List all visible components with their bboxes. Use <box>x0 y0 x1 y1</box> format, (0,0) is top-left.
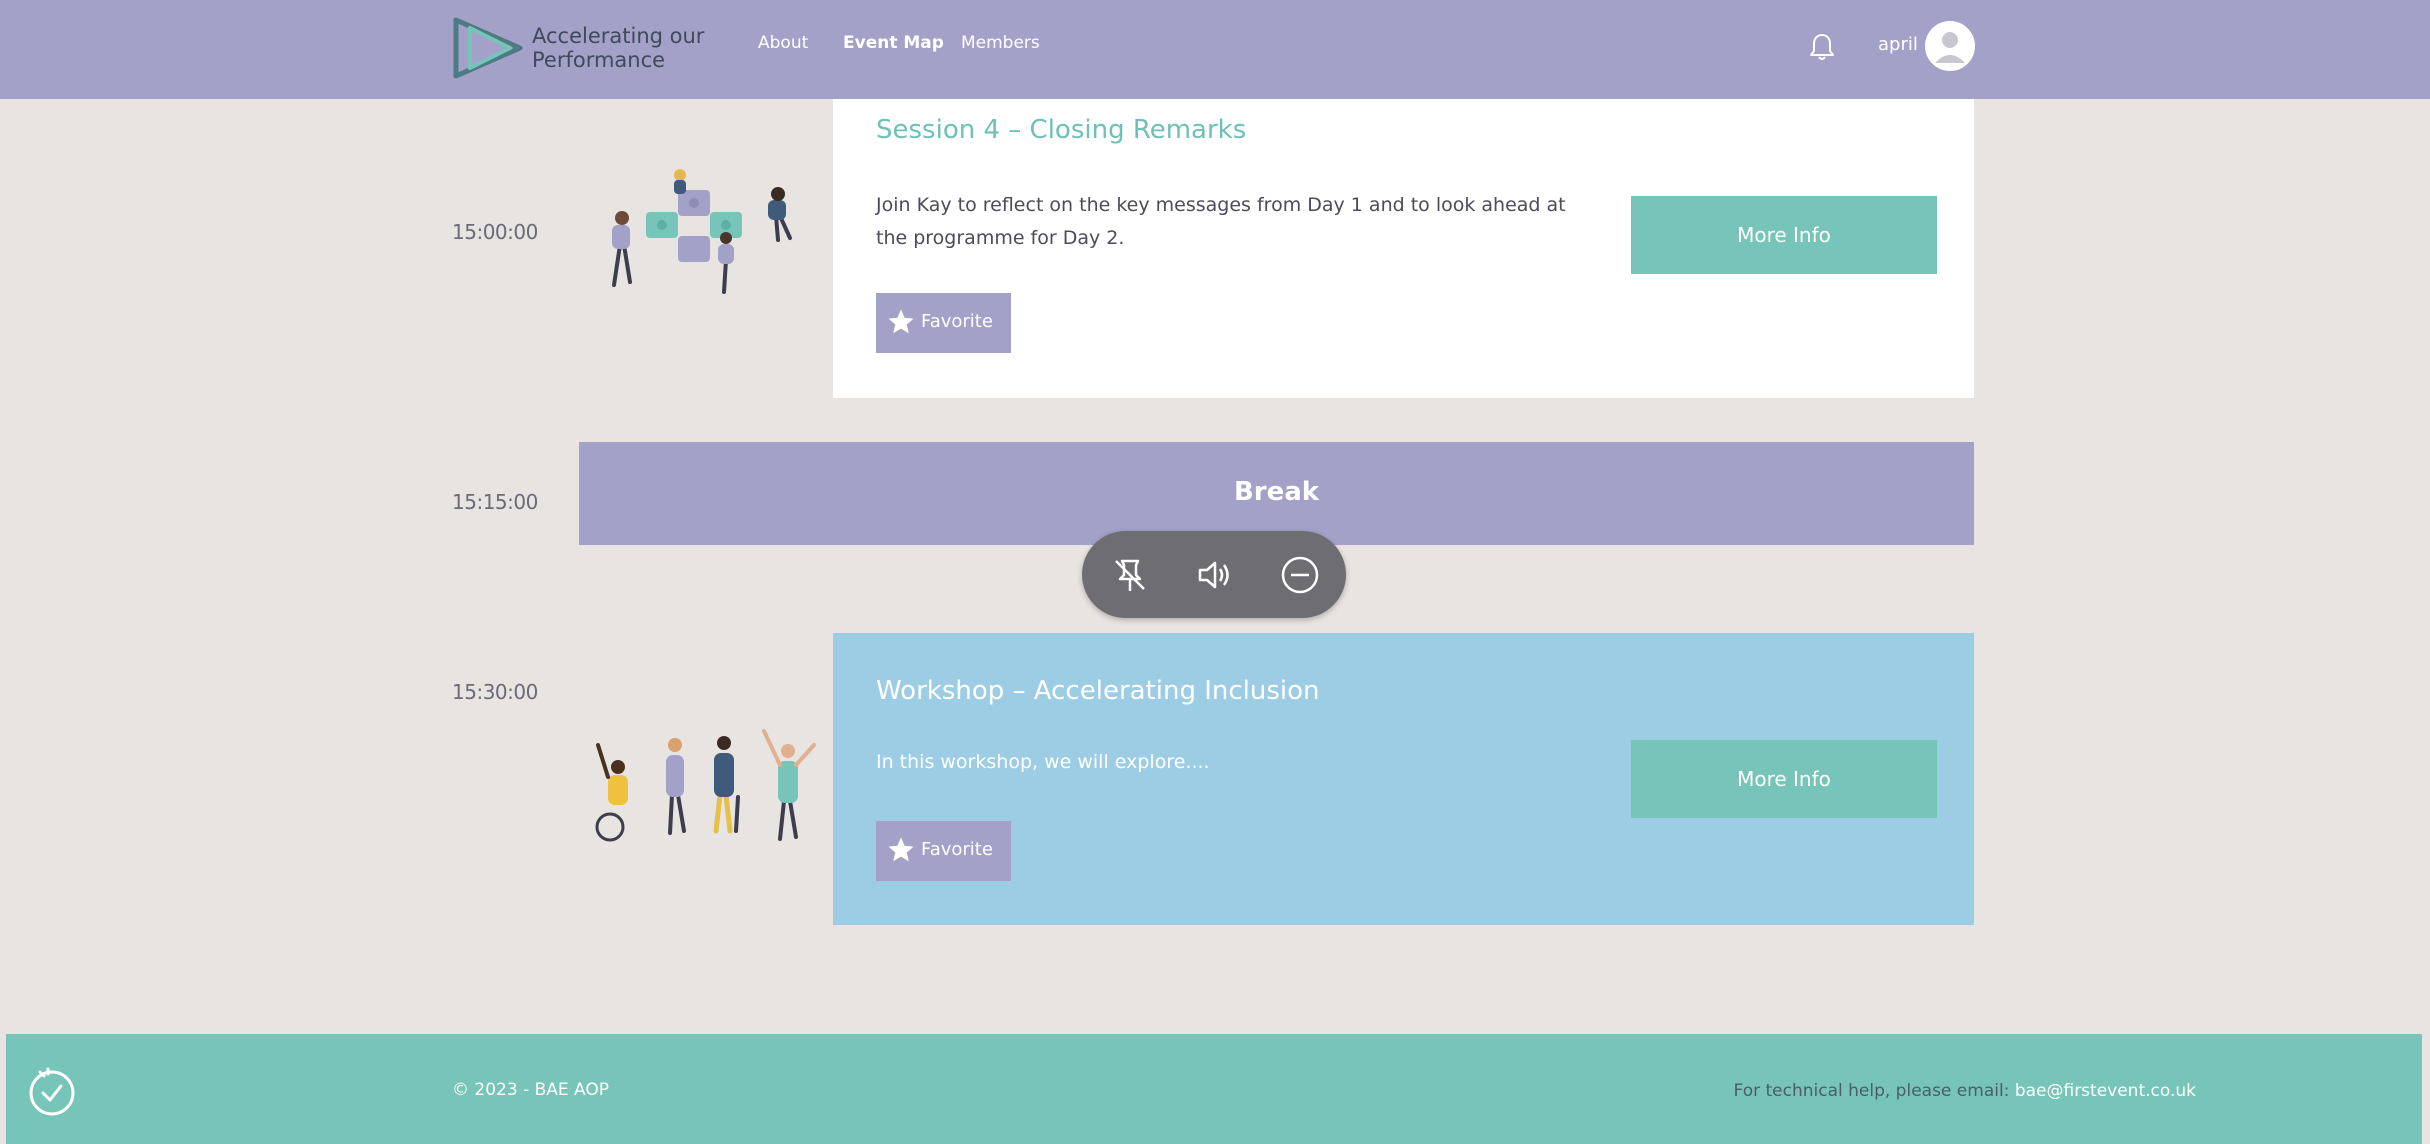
break-bar: Break <box>579 442 1974 545</box>
puzzle-people-illustration <box>612 169 792 294</box>
session-description: In this workshop, we will explore.... <box>876 751 1210 773</box>
session-time: 15:30:00 <box>452 680 538 704</box>
logo[interactable]: Accelerating our Performance <box>452 16 712 80</box>
session-time: 15:00:00 <box>452 220 538 244</box>
session-title[interactable]: Workshop – Accelerating Inclusion <box>876 676 1320 706</box>
checkmark-badge-icon[interactable] <box>26 1066 78 1118</box>
media-control-bar <box>1082 531 1346 618</box>
nav-about[interactable]: About <box>758 33 808 53</box>
logo-line-2: Performance <box>532 48 666 72</box>
star-icon <box>888 309 914 334</box>
user-avatar-icon[interactable] <box>1925 21 1975 71</box>
copyright-text: © 2023 - BAE AOP <box>452 1080 610 1100</box>
session-card: Session 4 – Closing Remarks Join Kay to … <box>833 99 1974 398</box>
diverse-group-celebrating-illustration <box>595 729 816 842</box>
top-nav-bar: Accelerating our Performance About Event… <box>0 0 2430 99</box>
footer: © 2023 - BAE AOP For technical help, ple… <box>6 1034 2422 1144</box>
session-card: Workshop – Accelerating Inclusion In thi… <box>833 633 1974 925</box>
favorite-label: Favorite <box>921 839 993 860</box>
technical-help-text: For technical help, please email: bae@fi… <box>1734 1081 2196 1101</box>
logo-play-icon <box>453 17 523 79</box>
more-info-button[interactable]: More Info <box>1631 196 1937 274</box>
minimize-icon[interactable] <box>1278 553 1322 597</box>
logo-line-1: Accelerating our <box>532 24 705 48</box>
nav-members[interactable]: Members <box>961 33 1040 53</box>
more-info-button[interactable]: More Info <box>1631 740 1937 818</box>
help-email-link[interactable]: bae@firstevent.co.uk <box>2015 1081 2196 1101</box>
bell-icon[interactable] <box>1808 32 1836 62</box>
username[interactable]: april <box>1878 34 1918 55</box>
help-prefix: For technical help, please email: <box>1733 1081 2015 1101</box>
favorite-label: Favorite <box>921 311 993 332</box>
nav-event-map[interactable]: Event Map <box>843 33 944 53</box>
volume-icon[interactable] <box>1192 553 1236 597</box>
favorite-button[interactable]: Favorite <box>876 821 1011 881</box>
session-title[interactable]: Session 4 – Closing Remarks <box>876 115 1246 145</box>
session-description: Join Kay to reflect on the key messages … <box>876 194 1566 249</box>
logo-text: Accelerating our Performance <box>532 24 722 72</box>
break-time: 15:15:00 <box>452 490 538 514</box>
star-icon <box>888 837 914 862</box>
favorite-button[interactable]: Favorite <box>876 293 1011 353</box>
unpin-icon[interactable] <box>1108 553 1152 597</box>
